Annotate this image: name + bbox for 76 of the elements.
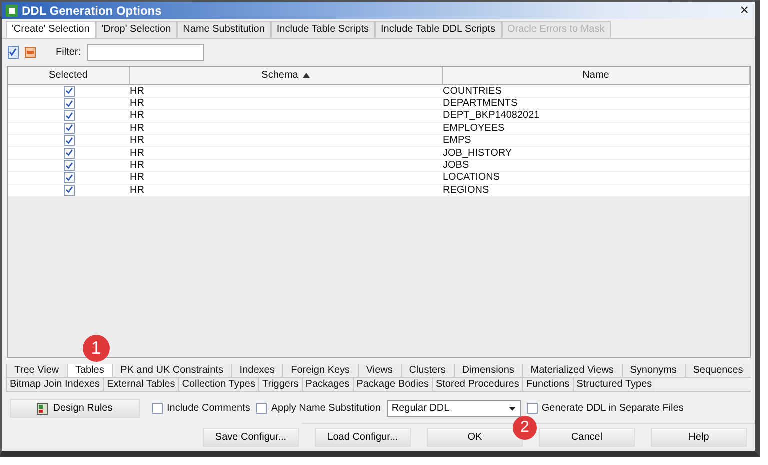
table-cell-text: HR [130, 122, 146, 134]
checkbox-label: Generate DDL in Separate Files [542, 403, 684, 414]
tab[interactable]: 'Drop' Selection [96, 21, 178, 38]
table-cell-text: HR [130, 172, 146, 184]
app-icon [6, 4, 18, 17]
dialog-button[interactable]: Cancel [539, 428, 635, 447]
select-all-icon[interactable] [8, 46, 19, 60]
table-cell-text: HR [130, 135, 146, 146]
row-checkbox[interactable] [64, 135, 74, 146]
object-tab[interactable]: Clusters [400, 364, 454, 377]
window-title: DDL Generation Options [22, 4, 163, 18]
object-tab[interactable]: Foreign Keys [282, 364, 358, 377]
option-checkbox[interactable] [256, 403, 268, 414]
object-tab[interactable]: Dimensions [454, 364, 522, 377]
design-rules-button[interactable]: Design Rules [10, 399, 140, 418]
column-header[interactable]: Selected [8, 67, 130, 86]
table-cell-text: DEPARTMENTS [443, 98, 519, 110]
table-cell-text: EMPLOYEES [443, 122, 506, 134]
table-cell-text: LOCATIONS [443, 172, 502, 184]
object-tab[interactable]: Functions [522, 378, 573, 391]
table-cell-text: DEPT_BKP14082021 [443, 110, 541, 122]
object-tab[interactable]: Triggers [258, 378, 302, 391]
table-cell-text: HR [130, 160, 146, 172]
object-tab[interactable]: Stored Procedures [432, 378, 522, 391]
object-tab[interactable]: Sequences [684, 364, 751, 377]
row-checkbox[interactable] [64, 160, 74, 172]
row-checkbox[interactable] [64, 110, 74, 122]
table-cell-text: HR [130, 110, 146, 122]
filter-field[interactable] [87, 44, 204, 62]
object-tab[interactable]: Views [358, 364, 401, 377]
filter-label: Filter: [56, 47, 81, 58]
table-cell-text: EMPS [443, 135, 472, 146]
object-tab[interactable]: Package Bodies [352, 378, 432, 391]
ddl-type-dropdown[interactable]: Regular DDL [386, 400, 521, 417]
column-header[interactable]: Name [443, 67, 750, 86]
row-checkbox[interactable] [64, 172, 74, 184]
object-tab[interactable]: Bitmap Join Indexes [6, 378, 104, 391]
checkbox-label: Apply Name Substitution [271, 403, 381, 414]
table-cell-text: HR [130, 85, 146, 97]
close-button[interactable]: × [738, 4, 751, 18]
dropdown-arrow-icon [508, 406, 516, 410]
option-checkbox[interactable] [152, 403, 163, 414]
option-checkbox[interactable] [526, 403, 538, 414]
table-cell-text: HR [130, 147, 146, 159]
rules-book-icon [37, 402, 48, 414]
table-cell-text: JOBS [443, 160, 470, 172]
object-tab[interactable]: Structured Types [572, 378, 656, 391]
object-tab[interactable]: Packages [302, 378, 353, 391]
row-checkbox[interactable] [64, 122, 74, 134]
object-tab[interactable]: Tree View [6, 364, 67, 377]
callout-marker: 2 [513, 416, 537, 440]
tab[interactable]: 'Create' Selection [6, 21, 96, 38]
dialog-button[interactable]: Help [651, 428, 747, 447]
object-tab[interactable]: Collection Types [178, 378, 258, 391]
object-tab[interactable]: Indexes [231, 364, 282, 377]
dialog-button[interactable]: Save Configur... [203, 428, 299, 447]
object-tab[interactable]: PK and UK Constraints [112, 364, 232, 377]
row-checkbox[interactable] [64, 184, 74, 196]
object-tab[interactable]: Synonyms [622, 364, 685, 377]
object-tab[interactable]: Materialized Views [522, 364, 622, 377]
tab[interactable]: Include Table DDL Scripts [374, 21, 502, 38]
row-checkbox[interactable] [64, 98, 74, 110]
table-cell-text: REGIONS [443, 184, 490, 196]
deselect-all-icon[interactable] [25, 47, 36, 58]
row-checkbox[interactable] [64, 148, 74, 159]
table-cell-text: COUNTRIES [443, 85, 503, 97]
checkbox-label: Include Comments [167, 403, 250, 414]
row-checkbox[interactable] [64, 86, 74, 97]
tab[interactable]: Include Table Scripts [270, 21, 375, 38]
table-cell-text: JOB_HISTORY [443, 147, 514, 159]
dialog-button[interactable]: Load Configur... [315, 428, 411, 447]
table-cell-text: HR [130, 98, 146, 110]
tab[interactable]: Name Substitution [177, 21, 271, 38]
object-tab[interactable]: External Tables [103, 378, 178, 391]
table-cell-text: HR [130, 184, 146, 196]
column-header[interactable]: Schema [130, 67, 443, 86]
